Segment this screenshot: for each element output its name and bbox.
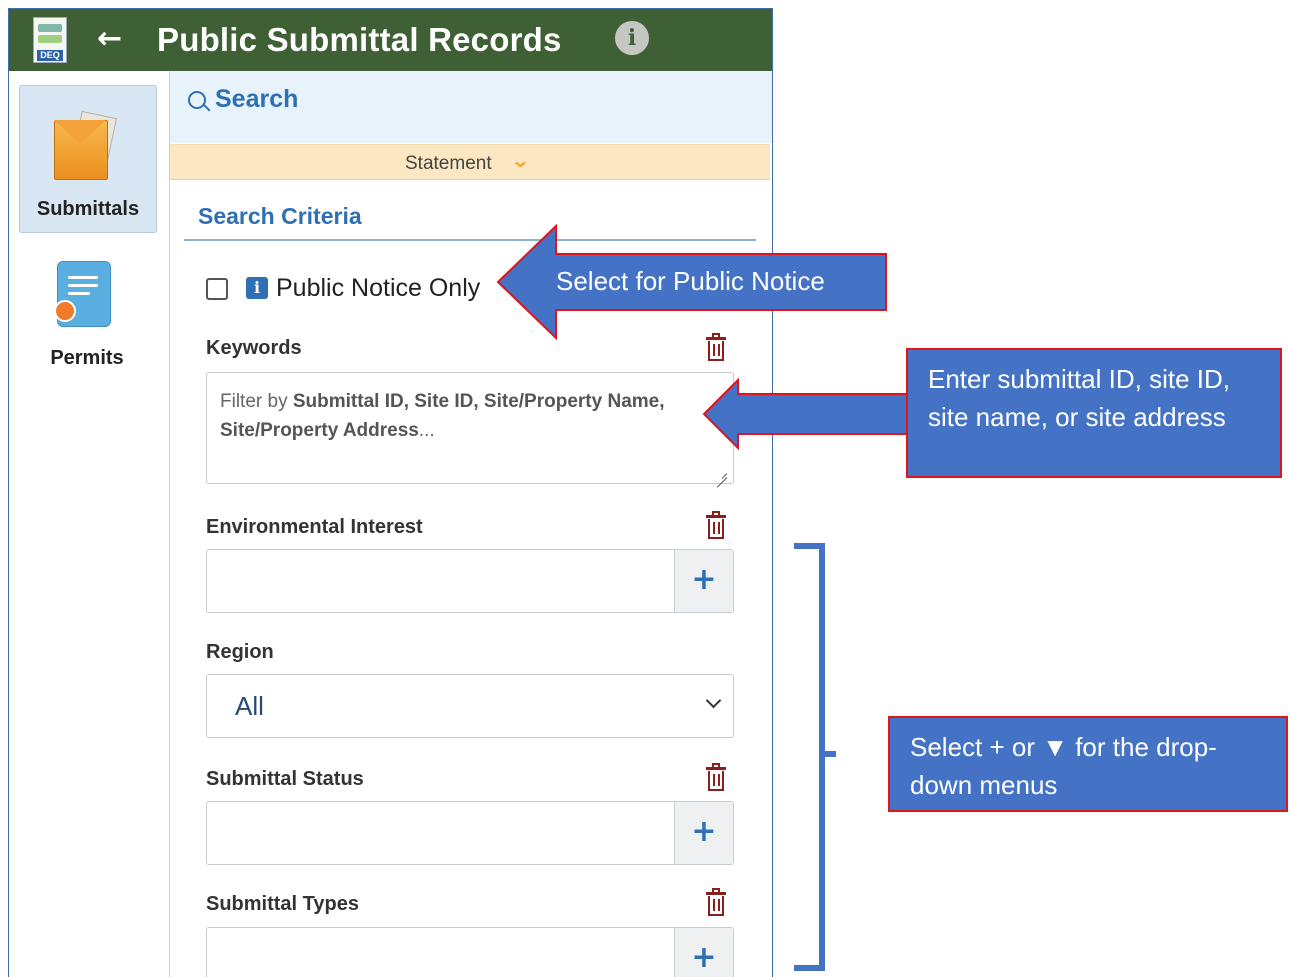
submittal-types-label: Submittal Types — [206, 893, 359, 915]
info-icon[interactable]: i — [246, 277, 268, 299]
public-notice-checkbox[interactable] — [206, 278, 228, 300]
trash-icon[interactable] — [706, 511, 726, 539]
search-title: Search — [215, 85, 299, 113]
sidebar-item-label: Submittals — [36, 198, 140, 220]
sidebar-item-label: Permits — [50, 347, 124, 369]
keywords-placeholder: Filter by Submittal ID, Site ID, Site/Pr… — [220, 391, 665, 441]
region-label: Region — [206, 641, 274, 663]
chevron-down-icon — [705, 692, 722, 709]
top-bar: DEQ ← Public Submittal Records i — [9, 9, 772, 71]
public-notice-callout: Select for Public Notice — [556, 266, 825, 296]
environmental-interest-label: Environmental Interest — [206, 516, 423, 538]
add-environmental-interest-button[interactable]: + — [674, 550, 733, 612]
back-arrow-icon[interactable]: ← — [97, 21, 122, 57]
region-select[interactable]: All — [206, 674, 734, 738]
envelope-icon — [52, 110, 118, 180]
public-notice-label: Public Notice Only — [276, 274, 481, 302]
info-icon[interactable]: i — [615, 21, 649, 55]
keywords-callout: Enter submittal ID, site ID, site name, … — [906, 348, 1282, 478]
add-submittal-types-button[interactable]: + — [674, 928, 733, 977]
certificate-icon — [54, 261, 111, 327]
trash-icon[interactable] — [706, 763, 726, 791]
submittal-types-field[interactable]: + — [206, 927, 734, 977]
add-submittal-status-button[interactable]: + — [674, 802, 733, 864]
keywords-arrow — [702, 378, 911, 450]
submittal-status-field[interactable]: + — [206, 801, 734, 865]
app-window: DEQ ← Public Submittal Records i Submitt… — [8, 8, 773, 977]
statement-label: Statement — [405, 153, 492, 174]
submittal-status-label: Submittal Status — [206, 768, 364, 790]
resize-handle-icon[interactable] — [715, 466, 727, 478]
deq-logo: DEQ — [33, 17, 67, 63]
search-icon — [188, 91, 206, 109]
page-title: Public Submittal Records — [157, 21, 562, 58]
region-value: All — [235, 691, 264, 721]
search-criteria-title: Search Criteria — [198, 203, 362, 229]
logo-text: DEQ — [37, 50, 63, 61]
search-panel: Search Statement ⌄ Search Criteria i Pub… — [170, 71, 772, 977]
sidebar-item-submittals[interactable]: Submittals — [19, 85, 157, 233]
sidebar: Submittals Permits — [9, 71, 170, 977]
dropdown-brace — [794, 543, 836, 971]
keywords-input[interactable]: Filter by Submittal ID, Site ID, Site/Pr… — [206, 372, 734, 484]
search-header: Search — [170, 71, 772, 143]
statement-toggle[interactable]: Statement ⌄ — [170, 144, 770, 180]
sidebar-item-permits[interactable]: Permits — [19, 251, 155, 397]
chevron-down-icon: ⌄ — [510, 148, 531, 172]
trash-icon[interactable] — [706, 888, 726, 916]
dropdowns-callout: Select + or ▼ for the drop-down menus — [888, 716, 1288, 812]
environmental-interest-field[interactable]: + — [206, 549, 734, 613]
keywords-label: Keywords — [206, 337, 302, 359]
